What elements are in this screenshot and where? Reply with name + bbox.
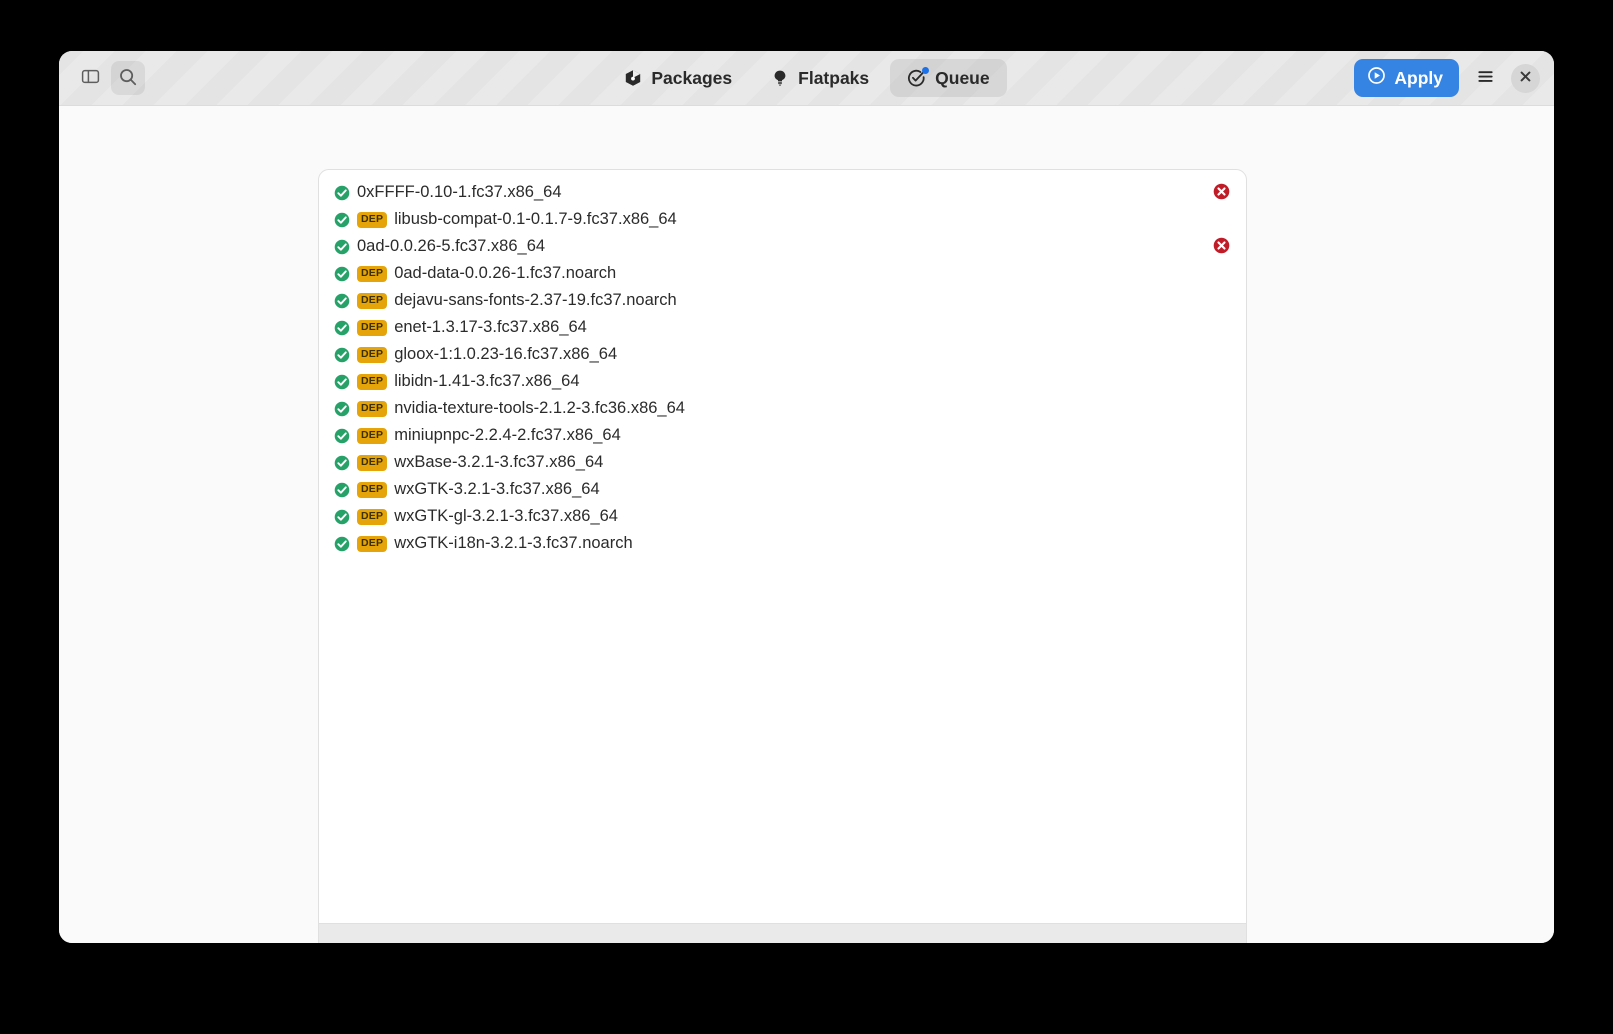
queue-row[interactable]: 0xFFFF-0.10-1.fc37.x86_64 [319,179,1246,206]
queue-row[interactable]: DEP miniupnpc-2.2.4-2.fc37.x86_64 [319,422,1246,449]
sidebar-toggle-button[interactable] [73,61,107,95]
dependency-badge: DEP [357,211,388,228]
queue-row[interactable]: DEP gloox-1:1.0.23-16.fc37.x86_64 [319,341,1246,368]
package-name: 0ad-data-0.0.26-1.fc37.noarch [394,264,617,282]
queue-row[interactable]: DEP 0ad-data-0.0.26-1.fc37.noarch [319,260,1246,287]
dependency-badge: DEP [357,454,388,471]
close-icon [1519,70,1532,86]
search-button[interactable] [111,61,145,95]
dependency-badge: DEP [357,427,388,444]
package-name: wxGTK-i18n-3.2.1-3.fc37.noarch [394,534,633,552]
check-circle-icon [907,66,930,88]
queue-row[interactable]: DEP libusb-compat-0.1-0.1.7-9.fc37.x86_64 [319,206,1246,233]
package-name: 0ad-0.0.26-5.fc37.x86_64 [357,237,546,255]
undo-button[interactable] [335,934,369,943]
package-name: enet-1.3.17-3.fc37.x86_64 [394,318,587,336]
dependency-badge: DEP [357,346,388,363]
tab-queue[interactable]: Queue [890,59,1007,97]
hamburger-menu-icon [1476,67,1495,89]
header-bar: Packages Flatpaks Queue Apply [59,51,1554,106]
queue-row[interactable]: 0ad-0.0.26-5.fc37.x86_64 [319,233,1246,260]
dependency-badge: DEP [357,292,388,309]
queue-row[interactable]: DEP libidn-1.41-3.fc37.x86_64 [319,368,1246,395]
queue-action-bar [318,924,1247,943]
package-name: libidn-1.41-3.fc37.x86_64 [394,372,580,390]
remove-circle-icon [1213,237,1230,257]
undo-arrow-icon [341,939,363,944]
package-name: wxGTK-gl-3.2.1-3.fc37.x86_64 [394,507,618,525]
play-circle-icon [1367,66,1386,90]
queue-badge-dot [922,66,930,74]
header-tabs: Packages Flatpaks Queue [59,51,1554,105]
apply-button-label: Apply [1394,67,1443,88]
header-right-controls: Apply [1354,59,1540,97]
close-window-button[interactable] [1511,63,1540,93]
package-name: nvidia-texture-tools-2.1.2-3.fc36.x86_64 [394,399,685,417]
package-name: gloox-1:1.0.23-16.fc37.x86_64 [394,345,618,363]
dependency-badge: DEP [357,265,388,282]
package-box-icon [623,69,642,88]
queue-row[interactable]: DEP nvidia-texture-tools-2.1.2-3.fc36.x86… [319,395,1246,422]
package-name: 0xFFFF-0.10-1.fc37.x86_64 [357,183,562,201]
package-name: libusb-compat-0.1-0.1.7-9.fc37.x86_64 [394,210,677,228]
main-menu-button[interactable] [1468,61,1502,95]
package-name: miniupnpc-2.2.4-2.fc37.x86_64 [394,426,621,444]
tab-packages[interactable]: Packages [606,59,749,97]
screen: Packages Flatpaks Queue Apply 0xFFFF-0.1… [0,0,1613,1034]
search-icon [118,67,138,90]
app-window: Packages Flatpaks Queue Apply 0xFFFF-0.1… [59,51,1554,943]
package-name: wxGTK-3.2.1-3.fc37.x86_64 [394,480,600,498]
sidebar-icon [81,67,100,89]
tab-packages-label: Packages [651,67,733,88]
queue-row[interactable]: DEP wxGTK-i18n-3.2.1-3.fc37.noarch [319,530,1246,557]
dependency-badge: DEP [357,400,388,417]
queue-row[interactable]: DEP wxGTK-gl-3.2.1-3.fc37.x86_64 [319,503,1246,530]
remove-from-queue-button[interactable] [1213,183,1230,203]
dependency-badge: DEP [357,508,388,525]
queue-row[interactable]: DEP wxGTK-3.2.1-3.fc37.x86_64 [319,476,1246,503]
tab-flatpaks[interactable]: Flatpaks [753,59,886,97]
remove-from-queue-button[interactable] [1213,237,1230,257]
tab-flatpaks-label: Flatpaks [798,67,870,88]
dependency-badge: DEP [357,373,388,390]
package-name: dejavu-sans-fonts-2.37-19.fc37.noarch [394,291,677,309]
queue-list: 0xFFFF-0.10-1.fc37.x86_64 DEP libusb-compa… [319,170,1246,557]
queue-row[interactable]: DEP dejavu-sans-fonts-2.37-19.fc37.noarch [319,287,1246,314]
package-name: wxBase-3.2.1-3.fc37.x86_64 [394,453,604,471]
queue-row[interactable]: DEP wxBase-3.2.1-3.fc37.x86_64 [319,449,1246,476]
header-left-controls [73,61,145,95]
dependency-badge: DEP [357,535,388,552]
queue-list-card: 0xFFFF-0.10-1.fc37.x86_64 DEP libusb-compa… [318,169,1247,924]
remove-circle-icon [1213,183,1230,203]
window-body: 0xFFFF-0.10-1.fc37.x86_64 DEP libusb-compa… [59,106,1554,943]
dependency-badge: DEP [357,319,388,336]
dependency-badge: DEP [357,481,388,498]
apply-button[interactable]: Apply [1354,59,1459,97]
flatpak-icon [770,69,789,88]
queue-row[interactable]: DEP enet-1.3.17-3.fc37.x86_64 [319,314,1246,341]
tab-queue-label: Queue [935,67,990,88]
